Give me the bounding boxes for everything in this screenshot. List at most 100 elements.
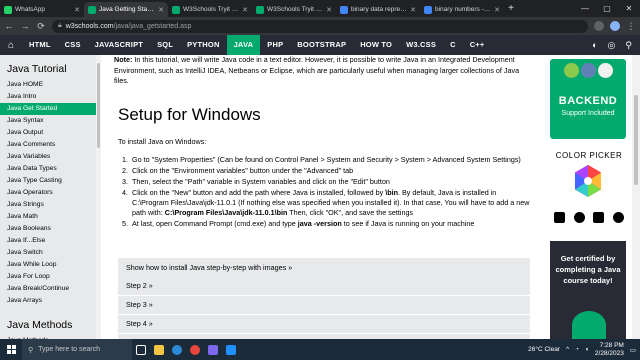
tab-close-icon[interactable]: ✕ <box>326 6 332 14</box>
sidebar-item[interactable]: Java While Loop <box>0 259 96 271</box>
globe-icon[interactable]: ◎ <box>608 40 616 51</box>
new-tab-button[interactable]: + <box>504 2 518 17</box>
php-icon <box>580 63 596 78</box>
backend-ad[interactable]: BACKEND Support Included <box>550 59 626 139</box>
volume-icon[interactable]: ◖ <box>585 346 589 353</box>
menu-icon[interactable]: ⋮ <box>626 21 636 32</box>
search-icon[interactable]: ⚲ <box>625 40 632 51</box>
notification-icon[interactable]: ▭ <box>630 346 636 354</box>
nav-item-w3css[interactable]: W3.CSS <box>399 35 443 55</box>
tab-favicon-icon <box>4 5 12 14</box>
mail-icon[interactable] <box>222 339 240 360</box>
home-icon[interactable]: ⌂ <box>0 40 22 51</box>
browser-tab[interactable]: W3Schools Tryit Editor✕ <box>252 2 336 17</box>
tab-close-icon[interactable]: ✕ <box>74 6 80 14</box>
tab-close-icon[interactable]: ✕ <box>242 6 248 14</box>
nav-item-sql[interactable]: SQL <box>150 35 180 55</box>
minimize-icon[interactable]: — <box>574 0 596 17</box>
edge-icon[interactable] <box>168 339 186 360</box>
profile-avatar[interactable] <box>610 21 620 31</box>
sidebar-item[interactable]: Java Output <box>0 127 96 139</box>
browser-tab[interactable]: W3Schools Tryit Editor✕ <box>168 2 252 17</box>
extension-icon[interactable] <box>594 21 604 31</box>
nav-item-c[interactable]: C <box>443 35 463 55</box>
sidebar-item[interactable]: Java For Loop <box>0 271 96 283</box>
sidebar-item[interactable]: Java Strings <box>0 199 96 211</box>
sidebar-scroll-thumb[interactable] <box>97 63 100 148</box>
sidebar-item[interactable]: Java Type Casting <box>0 175 96 187</box>
sidebar-item[interactable]: Java Comments <box>0 139 96 151</box>
reload-icon[interactable]: ⟳ <box>36 21 46 32</box>
nav-item-bootstrap[interactable]: BOOTSTRAP <box>290 35 353 55</box>
sidebar-item[interactable]: Java Break/Continue <box>0 283 96 295</box>
tray-chevron-icon[interactable]: ^ <box>566 346 569 353</box>
sidebar-item[interactable]: Java Intro <box>0 91 96 103</box>
sidebar-item[interactable]: Java HOME <box>0 79 96 91</box>
browser-tab[interactable]: binary data represent ✕ <box>336 2 420 17</box>
clock[interactable]: 7:28 PM 2/28/2023 <box>595 342 624 358</box>
tab-close-icon[interactable]: ✕ <box>410 6 416 14</box>
browser-tab[interactable]: Java Getting Started ✕ <box>84 2 168 17</box>
sidebar-item[interactable]: Java Get Started <box>0 103 96 115</box>
show-steps-button[interactable]: Show how to install Java step-by-step wi… <box>118 258 530 278</box>
sidebar-item[interactable]: Java Operators <box>0 187 96 199</box>
browser-tab[interactable]: WhatsApp ✕ <box>0 2 84 17</box>
chrome-icon[interactable] <box>186 339 204 360</box>
network-icon[interactable]: ◔ <box>575 346 579 353</box>
nav-item-html[interactable]: HTML <box>22 35 58 55</box>
tab-favicon-icon <box>256 5 264 14</box>
step-text-part: Click on the "New" button and add the pa… <box>132 188 386 197</box>
forward-icon[interactable]: → <box>20 21 30 31</box>
sidebar-item[interactable]: Java Switch <box>0 247 96 259</box>
tab-favicon-icon <box>340 5 348 14</box>
nav-item-css[interactable]: CSS <box>58 35 88 55</box>
sidebar-item[interactable]: Java Math <box>0 211 96 223</box>
step-accordion-button[interactable]: Step 3 » <box>118 296 530 314</box>
window-controls: — ▢ ✕ <box>574 0 640 17</box>
sidebar-item[interactable]: Java Syntax <box>0 115 96 127</box>
sidebar-item[interactable]: Java Data Types <box>0 163 96 175</box>
store-icon[interactable] <box>204 339 222 360</box>
step-text-part: At last, open Command Prompt (cmd.exe) a… <box>132 219 298 228</box>
sidebar-item[interactable]: Java Arrays <box>0 295 96 307</box>
dark-mode-icon[interactable]: ◐ <box>592 40 597 51</box>
browser-tab[interactable]: binary numbers - Goo✕ <box>420 2 504 17</box>
sidebar-item[interactable]: Java Variables <box>0 151 96 163</box>
certificate-badge-icon <box>572 311 606 339</box>
nav-item-c++[interactable]: C++ <box>463 35 492 55</box>
color-picker-title[interactable]: COLOR PICKER <box>538 151 640 160</box>
nav-item-java[interactable]: JAVA <box>226 35 261 55</box>
tab-close-icon[interactable]: ✕ <box>494 6 500 14</box>
nav-item-php[interactable]: PHP <box>260 35 290 55</box>
task-view-icon[interactable] <box>132 339 150 360</box>
nav-item-javascript[interactable]: JAVASCRIPT <box>88 35 150 55</box>
color-picker-icon[interactable] <box>570 163 606 199</box>
step-item: 3. Then, select the "Path" variable in Sy… <box>118 177 534 187</box>
taskbar-search[interactable]: ⚲ Type here to search <box>22 339 132 360</box>
discord-icon[interactable] <box>612 212 624 223</box>
close-window-icon[interactable]: ✕ <box>618 0 640 17</box>
facebook-icon[interactable] <box>554 212 565 223</box>
file-explorer-icon[interactable] <box>150 339 168 360</box>
w3-topnav: ⌂ HTML CSS JAVASCRIPT SQL PYTHON JAVA PHP BOOTS… <box>0 35 640 55</box>
step-accordion-button[interactable]: Step 4 » <box>118 315 530 333</box>
page-scrollbar[interactable] <box>632 55 640 339</box>
tab-close-icon[interactable]: ✕ <box>158 6 164 14</box>
linkedin-icon[interactable] <box>593 212 605 223</box>
maximize-icon[interactable]: ▢ <box>596 0 618 17</box>
certification-ad-text: Get certified by completing a Java cours… <box>555 254 621 285</box>
certification-ad[interactable]: Get certified by completing a Java cours… <box>550 241 626 339</box>
start-button[interactable] <box>0 339 22 360</box>
sidebar-item[interactable]: Java Booleans <box>0 223 96 235</box>
step-accordion-button[interactable]: Step 2 » <box>118 277 530 295</box>
step-number: 4. <box>122 188 128 197</box>
nav-item-howto[interactable]: HOW TO <box>353 35 399 55</box>
sidebar-item[interactable]: Java If...Else <box>0 235 96 247</box>
instagram-icon[interactable] <box>573 212 585 223</box>
nav-item-python[interactable]: PYTHON <box>180 35 226 55</box>
tab-favicon-icon <box>88 5 96 14</box>
back-icon[interactable]: ← <box>4 21 14 31</box>
weather-text[interactable]: 26°C Clear <box>528 346 560 353</box>
url-input[interactable]: 🔒︎ w3schools.com/java/java_getstarted.as… <box>52 19 588 33</box>
page-scroll-thumb[interactable] <box>634 95 638 185</box>
